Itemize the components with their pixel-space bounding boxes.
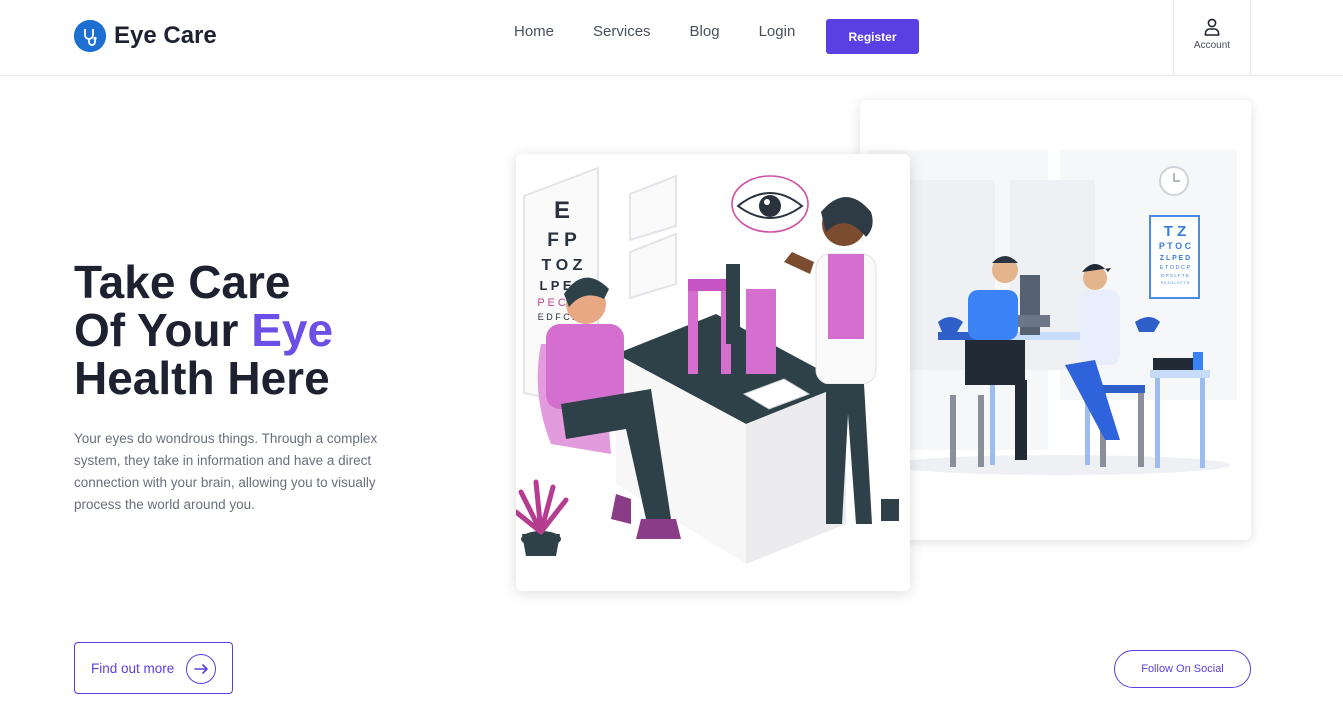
- back-chart-row-5: D P C L F T E: [1161, 273, 1189, 278]
- nav-blog[interactable]: Blog: [690, 23, 720, 41]
- register-button[interactable]: Register: [826, 19, 919, 54]
- hero-title: Take Care Of Your Eye Health Here: [74, 258, 333, 402]
- front-chart-row-2: F P: [547, 230, 577, 251]
- front-chart-row-1: E: [554, 197, 570, 224]
- hero-title-line3: Health Here: [74, 352, 330, 404]
- hero-description: Your eyes do wondrous things. Through a …: [74, 431, 378, 512]
- account-label: Account: [1193, 40, 1231, 51]
- find-out-more-button[interactable]: Find out more: [74, 642, 233, 694]
- stethoscope-icon: [74, 20, 106, 52]
- front-chart-row-3: T O Z: [542, 257, 583, 274]
- find-out-more-label: Find out more: [91, 660, 175, 676]
- nav-services[interactable]: Services: [593, 23, 651, 41]
- clock-icon: [1159, 166, 1189, 196]
- hero-title-line1: Take Care: [74, 256, 291, 308]
- back-chart-row-1: T Z: [1164, 223, 1187, 240]
- back-chart-row-4: E T O D C P: [1160, 265, 1191, 271]
- user-icon: [1204, 18, 1220, 36]
- account-button[interactable]: Account: [1173, 0, 1251, 75]
- site-header: Eye Care Home Services Blog Login Regist…: [0, 0, 1343, 76]
- back-chart-row-3: Z L P E D: [1160, 255, 1190, 262]
- eye-exam-illustration-back: T Z P T O C Z L P E D E T O D C P D P C …: [860, 100, 1251, 540]
- main-nav: Home Services Blog Login: [514, 23, 834, 41]
- brand-name: Eye Care: [114, 22, 217, 49]
- back-chart-row-2: P T O C: [1159, 241, 1192, 251]
- back-chart-row-6: P E Z O L C F T D: [1161, 281, 1190, 285]
- eye-chart: T Z P T O C Z L P E D E T O D C P D P C …: [1149, 215, 1200, 299]
- hero-title-line2-prefix: Of Your: [74, 304, 252, 356]
- follow-on-social-button[interactable]: Follow On Social: [1114, 650, 1251, 688]
- arrow-right-icon: [186, 654, 216, 684]
- nav-home[interactable]: Home: [514, 23, 554, 41]
- eye-icon: [731, 175, 809, 233]
- hero-title-accent: Eye: [251, 304, 334, 356]
- nav-login[interactable]: Login: [759, 23, 796, 41]
- eye-exam-illustration-front: E F P T O Z L P E D P E C F D E D F C Z …: [516, 154, 910, 591]
- brand-logo[interactable]: Eye Care: [74, 20, 217, 52]
